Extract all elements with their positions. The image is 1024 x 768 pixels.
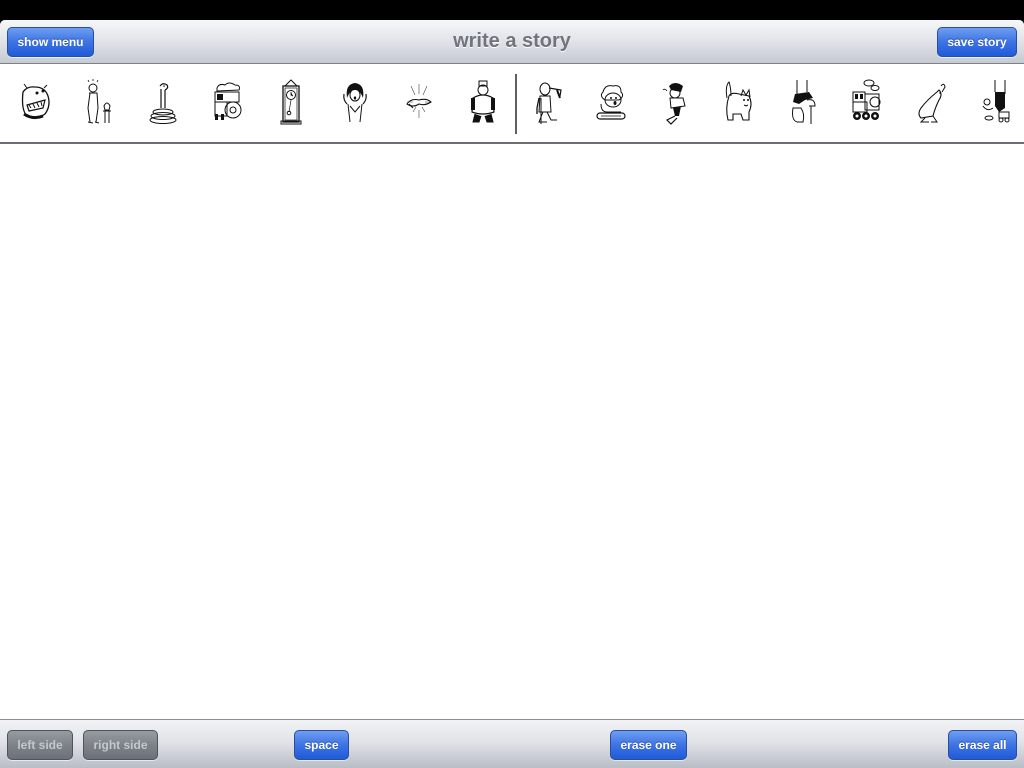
picture-item-running-boy[interactable] [653,76,697,128]
king-icon [471,80,495,123]
woman-icon [343,83,367,123]
erase-one-button[interactable]: erase one [610,730,687,760]
erase-all-button[interactable]: erase all [948,730,1017,760]
picture-strip [0,64,1024,144]
picture-item-bulldog[interactable] [13,76,57,128]
page-title: write a story [453,30,571,52]
toys-icon [982,80,1010,123]
picture-item-lamb[interactable] [589,76,633,128]
cat-icon [725,81,752,121]
app-window: show menu write a story save story left … [0,20,1024,768]
snake-icon [149,83,177,124]
space-button[interactable]: space [294,730,349,760]
boot-icon [792,80,816,124]
status-bar [0,0,1024,20]
strip-divider [515,74,517,134]
picture-item-clock[interactable] [269,76,313,128]
spark-icon [406,84,432,118]
picture-item-walking-man[interactable] [525,76,569,128]
picture-item-king[interactable] [461,76,505,128]
picture-item-toys[interactable] [973,76,1017,128]
steam-car-icon [214,82,242,120]
picture-item-seal[interactable] [909,76,953,128]
seal-icon [918,83,946,123]
man-icon [87,79,111,124]
picture-item-spark[interactable] [397,76,441,128]
story-canvas[interactable] [0,144,1024,719]
navigation-bar: show menu write a story save story [0,20,1024,64]
lamb-icon [596,85,626,120]
left-side-button[interactable]: left side [7,730,73,760]
picture-item-train[interactable] [845,76,889,128]
bulldog-icon [21,83,50,120]
picture-item-snake[interactable] [141,76,185,128]
picture-item-steam-car[interactable] [205,76,249,128]
picture-item-woman[interactable] [333,76,377,128]
right-side-button[interactable]: right side [83,730,158,760]
picture-item-boot[interactable] [781,76,825,128]
bottom-toolbar: left side right side space erase one era… [0,719,1024,768]
walking-man-icon [536,82,562,124]
running-boy-icon [662,83,686,125]
train-icon [852,79,881,120]
picture-item-man[interactable] [77,76,121,128]
picture-item-cat[interactable] [717,76,761,128]
save-story-button[interactable]: save story [937,27,1017,57]
clock-icon [280,79,302,125]
